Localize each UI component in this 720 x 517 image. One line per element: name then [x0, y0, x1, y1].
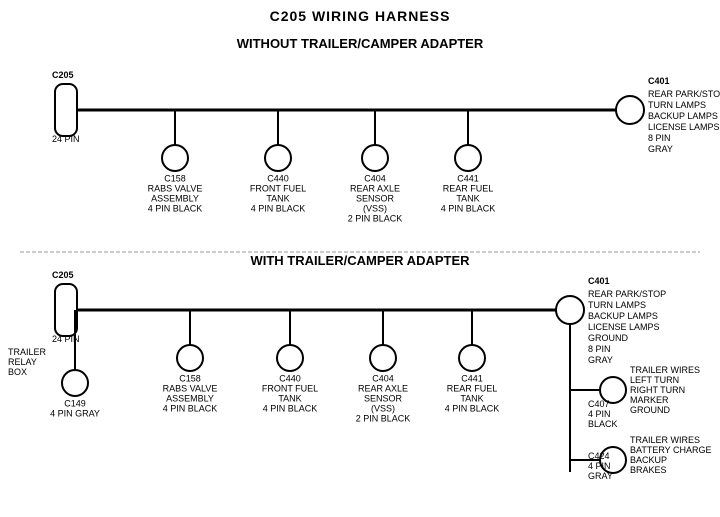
svg-text:REAR AXLE: REAR AXLE: [358, 383, 408, 393]
svg-text:BRAKES: BRAKES: [630, 465, 667, 475]
svg-text:C424: C424: [588, 451, 610, 461]
svg-text:REAR FUEL: REAR FUEL: [447, 383, 498, 393]
svg-text:FRONT FUEL: FRONT FUEL: [250, 183, 306, 193]
svg-text:C205: C205: [52, 70, 74, 80]
svg-text:BOX: BOX: [8, 367, 27, 377]
svg-text:C401: C401: [648, 76, 670, 86]
svg-text:GROUND: GROUND: [630, 405, 670, 415]
svg-text:8 PIN: 8 PIN: [588, 344, 611, 354]
svg-text:RABS VALVE: RABS VALVE: [163, 383, 218, 393]
svg-text:4 PIN: 4 PIN: [588, 409, 611, 419]
svg-text:24 PIN: 24 PIN: [52, 134, 80, 144]
svg-text:BACKUP LAMPS: BACKUP LAMPS: [648, 111, 718, 121]
svg-text:TRAILER WIRES: TRAILER WIRES: [630, 365, 700, 375]
svg-text:C158: C158: [179, 373, 201, 383]
svg-text:REAR PARK/STOP: REAR PARK/STOP: [648, 89, 720, 99]
svg-text:2 PIN BLACK: 2 PIN BLACK: [356, 413, 411, 423]
svg-text:TRAILER WIRES: TRAILER WIRES: [630, 435, 700, 445]
svg-text:TURN LAMPS: TURN LAMPS: [648, 100, 706, 110]
diagram-container: C205 WIRING HARNESS WITHOUT TRAILER/CAMP…: [0, 0, 720, 517]
svg-text:8 PIN: 8 PIN: [648, 133, 671, 143]
svg-text:C441: C441: [461, 373, 483, 383]
svg-text:GRAY: GRAY: [648, 144, 673, 154]
svg-text:C158: C158: [164, 173, 186, 183]
svg-text:TRAILER: TRAILER: [8, 347, 47, 357]
svg-text:C404: C404: [372, 373, 394, 383]
svg-text:(VSS): (VSS): [363, 203, 387, 213]
svg-text:TANK: TANK: [456, 193, 479, 203]
svg-text:TANK: TANK: [460, 393, 483, 403]
svg-text:LICENSE LAMPS: LICENSE LAMPS: [648, 122, 720, 132]
svg-text:REAR AXLE: REAR AXLE: [350, 183, 400, 193]
svg-text:SENSOR: SENSOR: [356, 193, 395, 203]
svg-text:2 PIN BLACK: 2 PIN BLACK: [348, 213, 403, 223]
svg-text:BACKUP: BACKUP: [630, 455, 667, 465]
svg-text:TANK: TANK: [266, 193, 289, 203]
svg-text:C407: C407: [588, 399, 610, 409]
svg-text:FRONT FUEL: FRONT FUEL: [262, 383, 318, 393]
svg-text:BACKUP LAMPS: BACKUP LAMPS: [588, 311, 658, 321]
svg-text:GROUND: GROUND: [588, 333, 628, 343]
svg-text:LICENSE LAMPS: LICENSE LAMPS: [588, 322, 660, 332]
wiring-diagram-svg: WITHOUT TRAILER/CAMPER ADAPTER C205 24 P…: [0, 0, 720, 517]
svg-text:MARKER: MARKER: [630, 395, 669, 405]
svg-text:BLACK: BLACK: [588, 419, 618, 429]
svg-text:4 PIN GRAY: 4 PIN GRAY: [50, 408, 100, 418]
svg-text:GRAY: GRAY: [588, 471, 613, 481]
svg-text:REAR PARK/STOP: REAR PARK/STOP: [588, 289, 666, 299]
svg-text:4 PIN BLACK: 4 PIN BLACK: [148, 203, 203, 213]
svg-text:4 PIN BLACK: 4 PIN BLACK: [251, 203, 306, 213]
svg-text:RABS VALVE: RABS VALVE: [148, 183, 203, 193]
svg-text:RIGHT TURN: RIGHT TURN: [630, 385, 685, 395]
section2-title: WITH TRAILER/CAMPER ADAPTER: [250, 253, 470, 268]
svg-text:RELAY: RELAY: [8, 357, 37, 367]
svg-text:ASSEMBLY: ASSEMBLY: [151, 193, 199, 203]
svg-text:ASSEMBLY: ASSEMBLY: [166, 393, 214, 403]
svg-text:SENSOR: SENSOR: [364, 393, 403, 403]
section1-title: WITHOUT TRAILER/CAMPER ADAPTER: [237, 36, 484, 51]
svg-text:4 PIN BLACK: 4 PIN BLACK: [263, 403, 318, 413]
svg-text:(VSS): (VSS): [371, 403, 395, 413]
svg-text:LEFT TURN: LEFT TURN: [630, 375, 679, 385]
svg-text:TURN LAMPS: TURN LAMPS: [588, 300, 646, 310]
svg-text:C404: C404: [364, 173, 386, 183]
svg-text:C440: C440: [279, 373, 301, 383]
svg-text:C440: C440: [267, 173, 289, 183]
svg-text:BATTERY CHARGE: BATTERY CHARGE: [630, 445, 712, 455]
svg-text:REAR FUEL: REAR FUEL: [443, 183, 494, 193]
svg-text:C205: C205: [52, 270, 74, 280]
svg-text:C149: C149: [64, 398, 86, 408]
svg-text:4 PIN BLACK: 4 PIN BLACK: [445, 403, 500, 413]
svg-text:C441: C441: [457, 173, 479, 183]
svg-text:4 PIN BLACK: 4 PIN BLACK: [441, 203, 496, 213]
svg-text:4 PIN BLACK: 4 PIN BLACK: [163, 403, 218, 413]
svg-text:C401: C401: [588, 276, 610, 286]
svg-text:4 PIN: 4 PIN: [588, 461, 611, 471]
svg-text:GRAY: GRAY: [588, 355, 613, 365]
svg-text:TANK: TANK: [278, 393, 301, 403]
